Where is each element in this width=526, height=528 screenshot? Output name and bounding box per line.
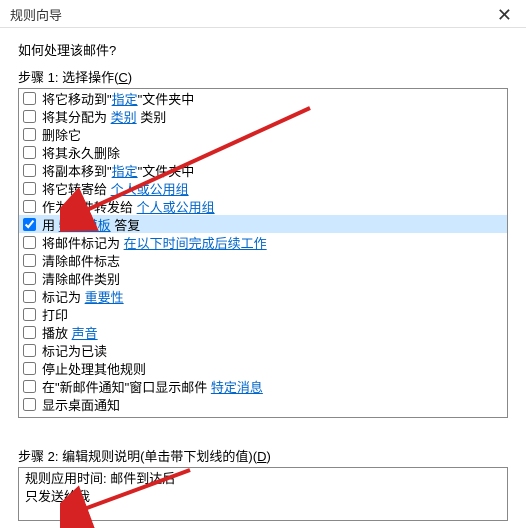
list-item[interactable]: 删除它 — [19, 125, 507, 143]
list-item-checkbox[interactable] — [23, 254, 36, 267]
list-item[interactable]: 显示桌面通知 — [19, 395, 507, 413]
desc-line-2: 只发送给我 — [25, 488, 501, 506]
list-item[interactable]: 将邮件标记为 在以下时间完成后续工作 — [19, 233, 507, 251]
list-item-checkbox[interactable] — [23, 92, 36, 105]
list-item[interactable]: 将其分配为 类别 类别 — [19, 107, 507, 125]
list-item[interactable]: 将它移动到"指定"文件夹中 — [19, 89, 507, 107]
list-item-label: 显示桌面通知 — [42, 395, 120, 414]
list-item[interactable]: 将它转寄给 个人或公用组 — [19, 179, 507, 197]
list-item-checkbox[interactable] — [23, 344, 36, 357]
step1-label: 步骤 1: 选择操作(C) — [18, 67, 508, 86]
list-item[interactable]: 标记为 重要性 — [19, 287, 507, 305]
list-item-checkbox[interactable] — [23, 164, 36, 177]
list-item-label: 在"新邮件通知"窗口显示邮件 特定消息 — [42, 377, 263, 396]
list-item-label: 将副本移到"指定"文件夹中 — [42, 161, 194, 180]
list-item-checkbox[interactable] — [23, 362, 36, 375]
list-item-label: 标记为 重要性 — [42, 287, 124, 306]
list-item-label: 用 特定模板 答复 — [42, 215, 140, 234]
list-item-label: 作为附件转发给 个人或公用组 — [42, 197, 215, 216]
list-item-checkbox[interactable] — [23, 398, 36, 411]
list-item-label: 打印 — [42, 305, 68, 324]
list-item[interactable]: 将副本移到"指定"文件夹中 — [19, 161, 507, 179]
list-item[interactable]: 用 特定模板 答复 — [19, 215, 507, 233]
question-label: 如何处理该邮件? — [18, 40, 508, 59]
list-item-checkbox[interactable] — [23, 308, 36, 321]
list-item[interactable]: 清除邮件类别 — [19, 269, 507, 287]
step2-section: 步骤 2: 编辑规则说明(单击带下划线的值)(D) 规则应用时间: 邮件到达后 … — [18, 446, 508, 521]
list-item-checkbox[interactable] — [23, 326, 36, 339]
content-area: 如何处理该邮件? 步骤 1: 选择操作(C) 将它移动到"指定"文件夹中将其分配… — [0, 28, 526, 521]
list-item-checkbox[interactable] — [23, 182, 36, 195]
rule-link[interactable]: 指定 — [112, 164, 138, 179]
list-item-label: 将它转寄给 个人或公用组 — [42, 179, 189, 198]
list-item-checkbox[interactable] — [23, 218, 36, 231]
titlebar: 规则向导 ✕ — [0, 0, 526, 28]
list-item[interactable]: 播放 声音 — [19, 323, 507, 341]
list-item-checkbox[interactable] — [23, 110, 36, 123]
list-item-checkbox[interactable] — [23, 290, 36, 303]
list-item-label: 停止处理其他规则 — [42, 359, 146, 378]
window-title: 规则向导 — [10, 5, 62, 24]
list-item[interactable]: 打印 — [19, 305, 507, 323]
list-item[interactable]: 在"新邮件通知"窗口显示邮件 特定消息 — [19, 377, 507, 395]
list-item-label: 将其永久删除 — [42, 143, 120, 162]
list-item-checkbox[interactable] — [23, 146, 36, 159]
rule-link[interactable]: 重要性 — [85, 290, 124, 305]
action-list-panel[interactable]: 将它移动到"指定"文件夹中将其分配为 类别 类别删除它将其永久删除将副本移到"指… — [18, 88, 508, 418]
rule-link[interactable]: 指定 — [112, 92, 138, 107]
list-item-label: 播放 声音 — [42, 323, 98, 342]
rule-link[interactable]: 个人或公用组 — [137, 200, 215, 215]
list-item-checkbox[interactable] — [23, 236, 36, 249]
rule-link[interactable]: 特定模板 — [59, 218, 111, 233]
list-item-label: 清除邮件类别 — [42, 269, 120, 288]
step2-label: 步骤 2: 编辑规则说明(单击带下划线的值)(D) — [18, 446, 508, 465]
rule-link[interactable]: 在以下时间完成后续工作 — [124, 236, 267, 251]
rule-link[interactable]: 个人或公用组 — [111, 182, 189, 197]
list-item[interactable]: 停止处理其他规则 — [19, 359, 507, 377]
rule-link[interactable]: 特定消息 — [211, 380, 263, 395]
rule-description-panel[interactable]: 规则应用时间: 邮件到达后 只发送给我 — [18, 467, 508, 521]
close-icon[interactable]: ✕ — [493, 6, 516, 24]
list-item-label: 将其分配为 类别 类别 — [42, 107, 166, 126]
list-item[interactable]: 标记为已读 — [19, 341, 507, 359]
list-item-checkbox[interactable] — [23, 272, 36, 285]
rule-link[interactable]: 声音 — [72, 326, 98, 341]
list-item-checkbox[interactable] — [23, 200, 36, 213]
desc-line-1: 规则应用时间: 邮件到达后 — [25, 470, 501, 488]
list-item-checkbox[interactable] — [23, 128, 36, 141]
list-item-label: 标记为已读 — [42, 341, 107, 360]
list-item-label: 将它移动到"指定"文件夹中 — [42, 89, 194, 108]
rule-link[interactable]: 类别 — [111, 110, 137, 125]
list-item-label: 删除它 — [42, 125, 81, 144]
list-item[interactable]: 清除邮件标志 — [19, 251, 507, 269]
list-item-checkbox[interactable] — [23, 380, 36, 393]
list-item[interactable]: 将其永久删除 — [19, 143, 507, 161]
list-item-label: 清除邮件标志 — [42, 251, 120, 270]
list-item[interactable]: 作为附件转发给 个人或公用组 — [19, 197, 507, 215]
list-item-label: 将邮件标记为 在以下时间完成后续工作 — [42, 233, 267, 252]
